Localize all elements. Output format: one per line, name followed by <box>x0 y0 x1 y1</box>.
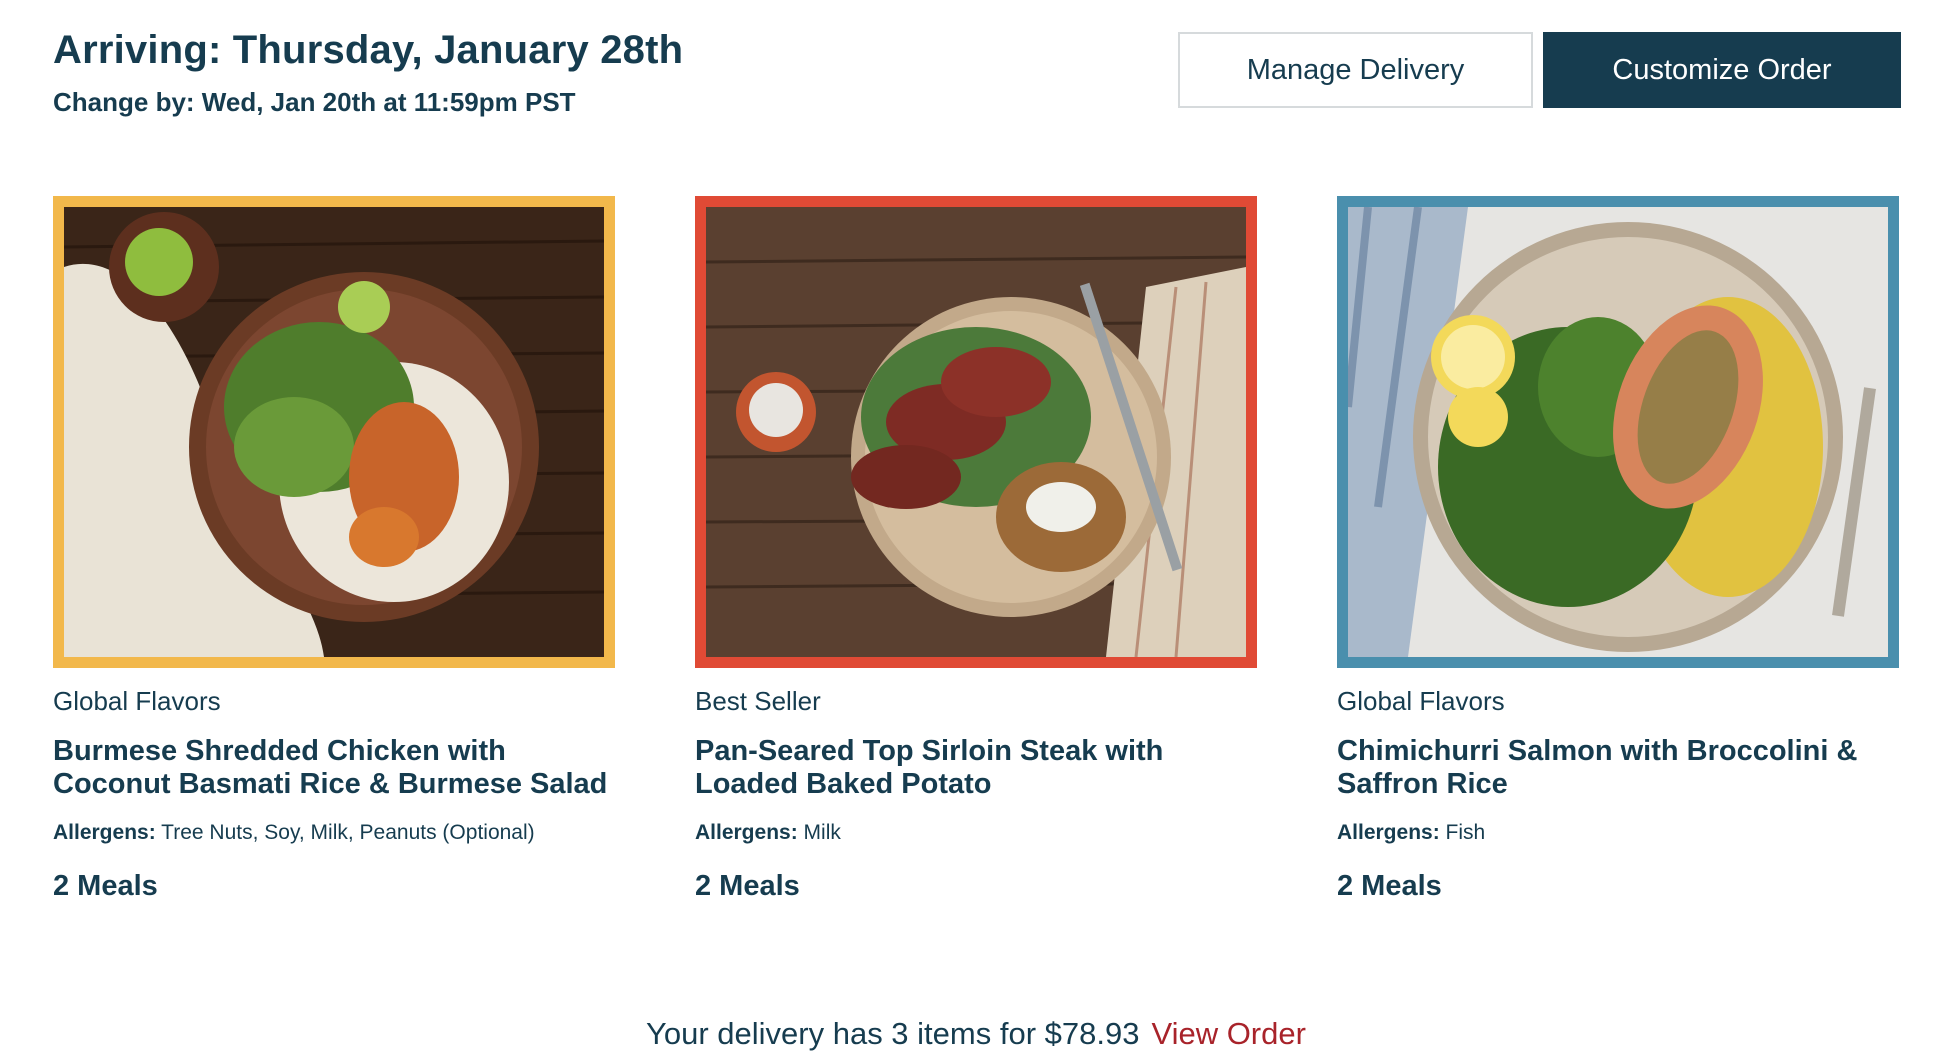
meal-title[interactable]: Burmese Shredded Chicken with Coconut Ba… <box>53 735 615 801</box>
meal-title-line: Loaded Baked Potato <box>695 768 992 800</box>
meal-card[interactable]: Best Seller Pan-Seared Top Sirloin Steak… <box>695 196 1257 903</box>
meal-title-line: Burmese Shredded Chicken with <box>53 735 506 767</box>
allergens-label: Allergens: <box>695 821 798 844</box>
arrival-title: Arriving: Thursday, January 28th <box>53 28 684 72</box>
meal-card[interactable]: Global Flavors Chimichurri Salmon with B… <box>1337 196 1899 903</box>
meal-allergens: Allergens: Tree Nuts, Soy, Milk, Peanuts… <box>53 821 615 845</box>
meal-title-line: Chimichurri Salmon with Broccolini & <box>1337 735 1858 767</box>
delivery-header: Arriving: Thursday, January 28th Change … <box>53 28 683 118</box>
meal-allergens: Allergens: Milk <box>695 821 1257 845</box>
meal-category: Best Seller <box>695 686 821 716</box>
allergens-list: Fish <box>1445 821 1486 844</box>
customize-order-button[interactable]: Customize Order <box>1543 32 1901 108</box>
allergens-list: Milk <box>803 821 841 844</box>
delivery-summary: Your delivery has 3 items for $78.93 View… <box>0 1016 1952 1052</box>
meal-title[interactable]: Pan-Seared Top Sirloin Steak with Loaded… <box>695 735 1257 801</box>
meal-title[interactable]: Chimichurri Salmon with Broccolini & Saf… <box>1337 735 1899 801</box>
meal-quantity: 2 Meals <box>53 870 158 902</box>
meal-category: Global Flavors <box>1337 686 1505 716</box>
meal-image-frame[interactable] <box>1337 196 1899 668</box>
meal-quantity: 2 Meals <box>695 870 800 902</box>
allergens-label: Allergens: <box>1337 821 1440 844</box>
allergens-list: Tree Nuts, Soy, Milk, Peanuts (Optional) <box>161 821 535 844</box>
meal-title-line: Coconut Basmati Rice & Burmese Salad <box>53 768 608 800</box>
meal-image-burmese-chicken <box>64 207 604 657</box>
change-deadline: Change by: Wed, Jan 20th at 11:59pm PST <box>53 87 576 117</box>
delivery-summary-text: Your delivery has 3 items for $78.93 <box>646 1016 1140 1051</box>
meal-title-line: Saffron Rice <box>1337 768 1508 800</box>
meal-image-frame[interactable] <box>695 196 1257 668</box>
meal-image-frame[interactable] <box>53 196 615 668</box>
meal-category: Global Flavors <box>53 686 221 716</box>
meal-card[interactable]: Global Flavors Burmese Shredded Chicken … <box>53 196 615 903</box>
meal-allergens: Allergens: Fish <box>1337 821 1899 845</box>
meal-image-sirloin-steak <box>706 207 1246 657</box>
meal-quantity: 2 Meals <box>1337 870 1442 902</box>
meal-image-chimichurri-salmon <box>1348 207 1888 657</box>
allergens-label: Allergens: <box>53 821 156 844</box>
view-order-link[interactable]: View Order <box>1151 1016 1306 1051</box>
manage-delivery-button[interactable]: Manage Delivery <box>1178 32 1533 108</box>
meal-title-line: Pan-Seared Top Sirloin Steak with <box>695 735 1164 767</box>
